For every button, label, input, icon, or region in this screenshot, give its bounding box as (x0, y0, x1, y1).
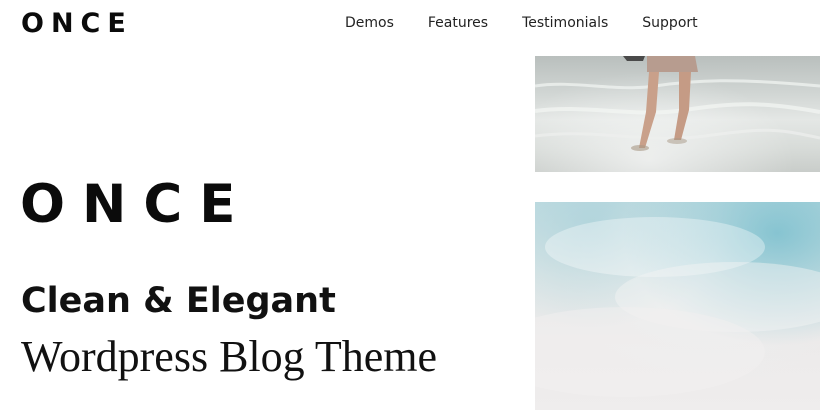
sky-clouds-illustration (535, 217, 820, 397)
nav-link-support[interactable]: Support (642, 14, 697, 32)
sky-clouds-photo (535, 202, 820, 410)
nav-link-testimonials[interactable]: Testimonials (522, 14, 608, 32)
nav-link-demos[interactable]: Demos (345, 14, 394, 32)
site-logo[interactable]: ONCE (21, 9, 133, 39)
beach-walk-illustration (535, 56, 820, 151)
landing-page: ONCE Demos Features Testimonials Support… (0, 0, 820, 410)
hero-tagline-line2: Wordpress Blog Theme (21, 332, 438, 381)
main-nav: Demos Features Testimonials Support (345, 14, 732, 32)
nav-link-features[interactable]: Features (428, 14, 488, 32)
beach-walk-photo (535, 56, 820, 172)
hero-tagline-line1: Clean & Elegant (21, 281, 336, 321)
hero-logo: ONCE (20, 174, 253, 235)
